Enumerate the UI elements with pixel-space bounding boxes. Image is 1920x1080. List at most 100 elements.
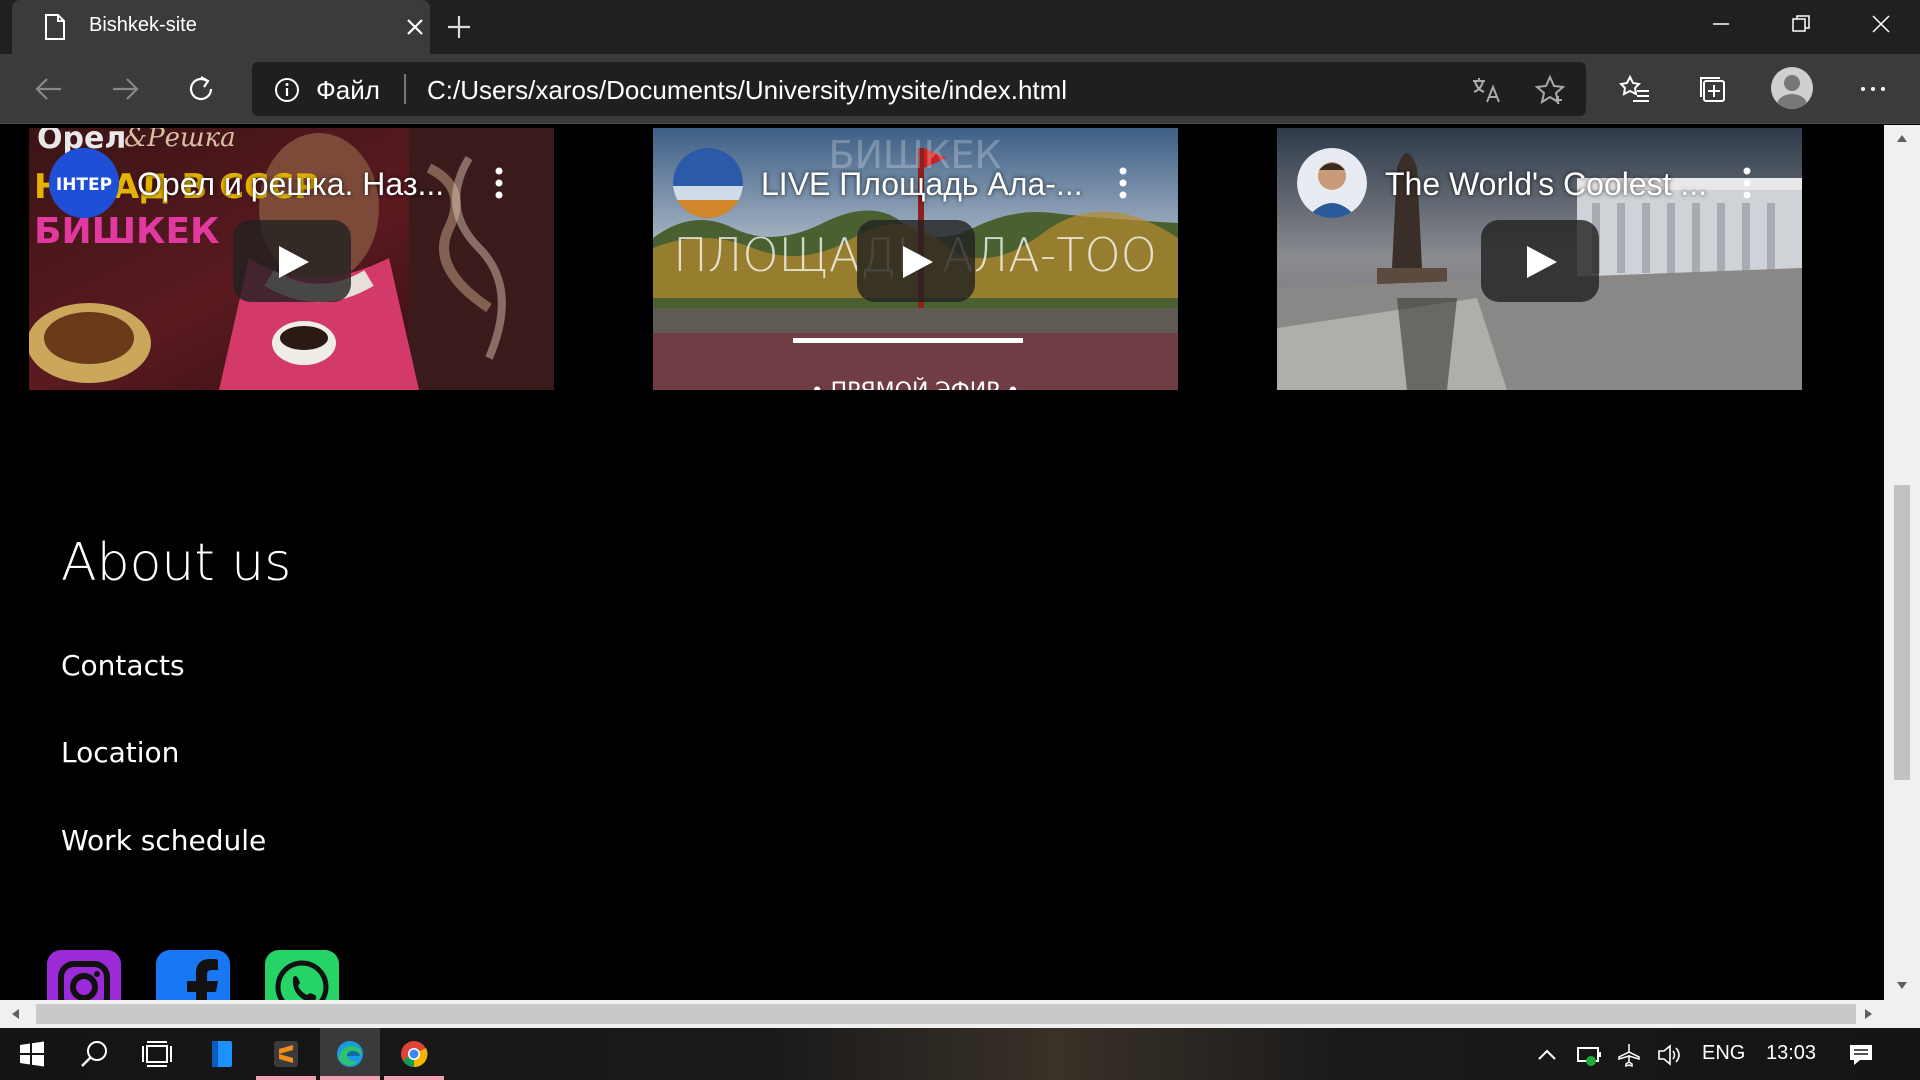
video-menu-icon[interactable] [1118,166,1128,200]
channel-name-1: ІНТЕР [56,175,112,195]
arrow-left-icon [35,78,61,100]
favorite-star-icon[interactable] [1534,74,1566,106]
battery-icon[interactable] [1576,1042,1602,1068]
arrow-right-icon [113,78,139,100]
facebook-icon [187,959,218,1000]
browser-tab[interactable]: Bishkek-site [12,0,430,54]
refresh-button[interactable] [180,68,222,110]
instagram-link[interactable] [47,950,121,1000]
play-button[interactable] [1481,220,1599,302]
channel-logo-2 [673,148,743,218]
page-icon [45,14,65,40]
favorites-button[interactable] [1614,68,1656,110]
tab-bar: Bishkek-site [0,0,1920,54]
vertical-scroll-thumb[interactable] [1894,485,1910,780]
play-icon [903,246,933,278]
ellipsis-icon [1861,87,1885,91]
about-heading: About us [61,533,292,593]
windows-taskbar: ENG 13:03 [0,1028,1920,1080]
favorites-list-icon [1619,74,1649,102]
file-scheme-label: Файл [316,75,380,105]
url-text[interactable]: C:/Users/xaros/Documents/University/mysi… [427,75,1067,106]
video-menu-icon[interactable] [494,166,504,200]
input-language[interactable]: ENG [1702,1042,1745,1065]
scroll-left-icon[interactable] [10,1008,20,1020]
channel-avatar-1[interactable]: ІНТЕР [49,148,119,218]
horizontal-scroll-thumb[interactable] [36,1004,1856,1024]
thumb-text-reshka: &Решка [124,128,236,153]
info-icon[interactable] [274,77,300,103]
user-icon [1777,75,1807,109]
profile-avatar[interactable] [1771,67,1813,109]
collections-icon [1700,77,1725,102]
close-window-button[interactable] [1842,0,1920,48]
translate-icon[interactable] [1470,74,1502,106]
scrollbar-corner [1884,1000,1920,1028]
windows-logo-icon [20,1041,44,1067]
address-bar[interactable]: Файл C:/Users/xaros/Documents/University… [252,62,1586,116]
video-embed-3[interactable]: The World's Coolest ... [1277,128,1802,390]
inter-logo: ІНТЕР [49,148,119,218]
video-title-1[interactable]: Орел и решка. Наз... [137,166,444,203]
start-button[interactable] [2,1028,62,1080]
search-icon [81,1041,107,1067]
video-embed-2[interactable]: БИШКЕК ПЛОЩАДЬ АЛА-ТОО • ПРЯМОЙ ЭФИР • L… [653,128,1178,390]
notifications-icon[interactable] [1848,1042,1874,1068]
location-link[interactable]: Location [61,736,179,769]
horizontal-scrollbar[interactable] [0,1000,1884,1028]
new-tab-icon[interactable] [444,12,474,42]
play-icon [279,246,309,278]
whatsapp-link[interactable] [265,950,339,1000]
vertical-scrollbar[interactable] [1884,125,1920,1000]
chevron-up-icon[interactable] [1534,1042,1560,1068]
forward-button[interactable] [104,68,146,110]
taskbar-app-files[interactable] [192,1028,252,1080]
scroll-down-icon[interactable] [1896,981,1908,991]
facebook-link[interactable] [156,950,230,1000]
play-button[interactable] [857,220,975,302]
edge-browser-icon [337,1041,363,1067]
whatsapp-icon [275,960,329,1000]
search-button[interactable] [64,1028,124,1080]
chrome-browser-icon [401,1041,428,1068]
instagram-icon [58,961,110,1000]
collections-button[interactable] [1692,68,1734,110]
contacts-link[interactable]: Contacts [61,649,185,682]
volume-icon[interactable] [1656,1042,1682,1068]
play-button[interactable] [233,220,351,302]
airplane-mode-icon[interactable] [1616,1042,1642,1068]
address-divider [404,74,406,104]
video-title-3[interactable]: The World's Coolest ... [1385,166,1707,203]
scroll-up-icon[interactable] [1896,133,1908,143]
back-button[interactable] [28,68,70,110]
taskbar-app-chrome[interactable] [384,1028,444,1080]
more-menu-button[interactable] [1852,68,1894,110]
taskbar-app-edge[interactable] [320,1028,380,1080]
scroll-right-icon[interactable] [1864,1008,1874,1020]
sublime-text-icon [274,1041,298,1067]
video-title-2[interactable]: LIVE Площадь Ала-... [761,166,1083,203]
channel-avatar-3[interactable] [1297,148,1367,218]
task-view-button[interactable] [128,1028,188,1080]
work-schedule-link[interactable]: Work schedule [61,824,266,857]
video-embed-1[interactable]: Орел &Решка НАЗАД В СССР БИШКЕК ІНТЕР Ор… [29,128,554,390]
channel-avatar-2[interactable] [673,148,743,218]
restore-button[interactable] [1762,0,1840,48]
tab-title: Bishkek-site [89,14,197,36]
clock[interactable]: 13:03 [1766,1042,1816,1065]
thumb-text-live: • ПРЯМОЙ ЭФИР • [811,378,1020,390]
video-menu-icon[interactable] [1742,166,1752,200]
thumb-text-bishkek: БИШКЕК [34,211,219,252]
taskbar-app-sublime[interactable] [256,1028,316,1080]
close-tab-icon[interactable] [402,14,428,40]
notepad-app-icon [212,1041,232,1067]
channel-logo-3 [1297,148,1367,218]
close-icon [1872,15,1890,33]
task-view-icon [142,1041,172,1067]
restore-icon [1792,15,1810,32]
minimize-icon [1713,23,1729,25]
browser-toolbar: Файл C:/Users/xaros/Documents/University… [0,54,1920,124]
refresh-icon [189,76,213,101]
minimize-button[interactable] [1682,0,1760,48]
play-icon [1527,246,1557,278]
